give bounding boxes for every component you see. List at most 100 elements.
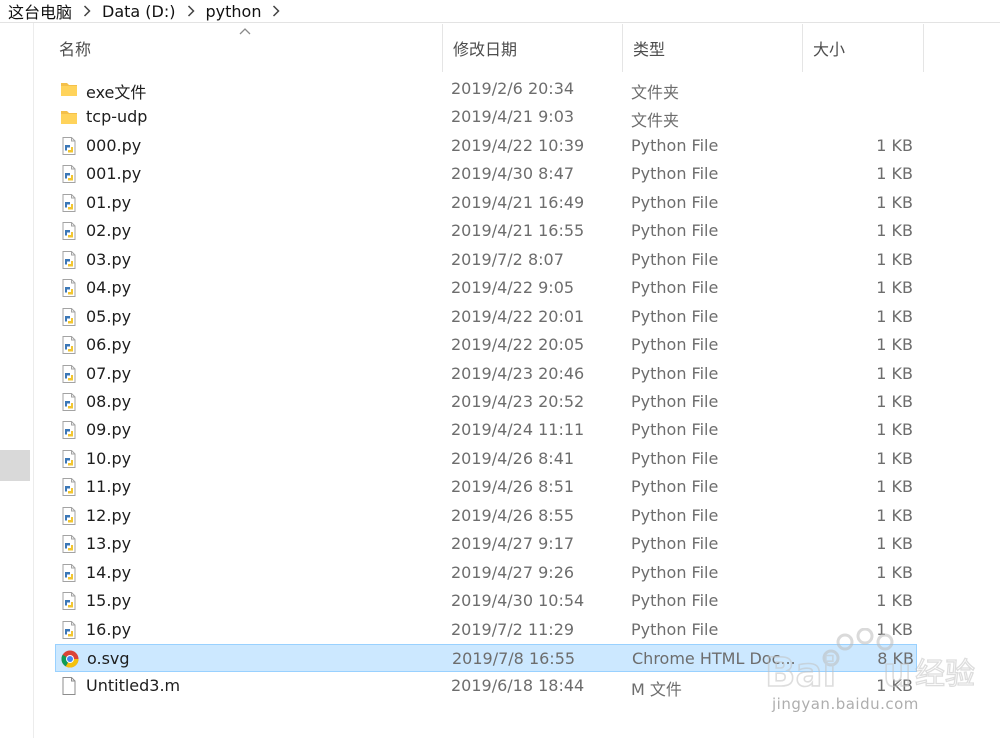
file-type: Python File [631,135,719,155]
file-type: Python File [631,619,719,639]
python-file-icon [59,392,79,412]
folder-icon [59,107,79,127]
file-row[interactable]: 10.py 2019/4/26 8:41 Python File 1 KB [55,445,917,473]
file-size: 1 KB [876,676,913,696]
file-row[interactable]: 01.py 2019/4/21 16:49 Python File 1 KB [55,189,917,217]
file-type: 文件夹 [631,111,680,131]
file-name: 11.py [86,477,132,497]
file-row[interactable]: 14.py 2019/4/27 9:26 Python File 1 KB [55,559,917,587]
file-name: 05.py [86,306,132,326]
file-size: 1 KB [876,562,913,582]
column-header-size[interactable]: 大小 [803,24,924,72]
file-date-modified: 2019/4/26 8:41 [451,448,575,468]
column-header-name[interactable]: 名称 [49,24,443,72]
python-file-icon [59,477,79,497]
file-size: 1 KB [876,335,913,355]
chevron-right-icon[interactable] [76,0,98,22]
file-name: 07.py [86,363,132,383]
file-size: 1 KB [876,192,913,212]
file-date-modified: 2019/6/18 18:44 [451,676,585,696]
file-row[interactable]: 13.py 2019/4/27 9:17 Python File 1 KB [55,530,917,558]
file-date-modified: 2019/4/26 8:51 [451,477,575,497]
file-size: 1 KB [876,221,913,241]
python-file-icon [59,193,79,213]
file-row[interactable]: 04.py 2019/4/22 9:05 Python File 1 KB [55,274,917,302]
file-row[interactable]: 02.py 2019/4/21 16:55 Python File 1 KB [55,217,917,245]
file-size: 1 KB [876,391,913,411]
column-header-type[interactable]: 类型 [623,24,803,72]
file-row[interactable]: 001.py 2019/4/30 8:47 Python File 1 KB [55,160,917,188]
file-type: Python File [631,591,719,611]
chevron-right-icon[interactable] [180,0,202,22]
file-size: 1 KB [876,477,913,497]
file-name: 08.py [86,391,132,411]
column-header-date-modified[interactable]: 修改日期 [443,24,623,72]
file-row[interactable]: 08.py 2019/4/23 20:52 Python File 1 KB [55,388,917,416]
chrome-file-icon [60,649,80,669]
svg-text:经验: 经验 [915,657,975,692]
file-date-modified: 2019/4/21 9:03 [451,107,575,127]
file-date-modified: 2019/7/2 11:29 [451,619,575,639]
file-type: Python File [631,335,719,355]
file-name: 10.py [86,448,132,468]
file-size: 1 KB [876,448,913,468]
file-row[interactable]: 06.py 2019/4/22 20:05 Python File 1 KB [55,331,917,359]
file-row[interactable]: 12.py 2019/4/26 8:55 Python File 1 KB [55,502,917,530]
file-date-modified: 2019/4/24 11:11 [451,420,585,440]
file-date-modified: 2019/4/22 20:01 [451,306,585,326]
file-name: 000.py [86,135,142,155]
file-type: Python File [631,391,719,411]
python-file-icon [59,307,79,327]
file-row[interactable]: 03.py 2019/7/2 8:07 Python File 1 KB [55,246,917,274]
file-date-modified: 2019/4/22 9:05 [451,278,575,298]
file-row[interactable]: 07.py 2019/4/23 20:46 Python File 1 KB [55,360,917,388]
file-date-modified: 2019/7/8 16:55 [452,649,576,668]
file-date-modified: 2019/4/30 8:47 [451,164,575,184]
file-type: Python File [631,562,719,582]
file-name: 04.py [86,278,132,298]
file-date-modified: 2019/4/21 16:49 [451,192,585,212]
file-date-modified: 2019/4/27 9:26 [451,562,575,582]
file-type: Python File [631,306,719,326]
file-row[interactable]: 05.py 2019/4/22 20:01 Python File 1 KB [55,303,917,331]
file-type: Python File [631,278,719,298]
file-row[interactable]: tcp-udp 2019/4/21 9:03 文件夹 [55,103,917,131]
file-row[interactable]: 11.py 2019/4/26 8:51 Python File 1 KB [55,473,917,501]
file-type: Python File [631,420,719,440]
file-date-modified: 2019/4/27 9:17 [451,534,575,554]
python-file-icon [59,364,79,384]
file-date-modified: 2019/4/26 8:55 [451,505,575,525]
python-file-icon [59,221,79,241]
breadcrumb-this-pc[interactable]: 这台电脑 [0,0,76,23]
breadcrumb-data-drive[interactable]: Data (D:) [98,2,179,21]
folder-icon [59,79,79,99]
file-type: 文件夹 [631,83,680,102]
chevron-right-icon[interactable] [265,0,287,22]
file-size: 1 KB [876,505,913,525]
file-row[interactable]: o.svg 2019/7/8 16:55 Chrome HTML Doc... 8 K… [55,644,917,672]
file-name: Untitled3.m [86,676,181,696]
file-date-modified: 2019/4/23 20:52 [451,391,585,411]
file-row[interactable]: 15.py 2019/4/30 10:54 Python File 1 KB [55,587,917,615]
python-file-icon [59,449,79,469]
file-name: 001.py [86,164,142,184]
file-name: exe文件 [86,83,147,102]
file-row[interactable]: exe文件 2019/2/6 20:34 文件夹 [55,75,917,103]
file-type: Python File [631,448,719,468]
file-size: 1 KB [876,164,913,184]
python-file-icon [59,563,79,583]
file-explorer-window: 这台电脑 Data (D:) python 名称 修改日期 类型 大小 exe文… [0,0,1000,738]
file-row[interactable]: 09.py 2019/4/24 11:11 Python File 1 KB [55,416,917,444]
file-name: tcp-udp [86,107,148,127]
address-bar[interactable]: 这台电脑 Data (D:) python [0,0,1000,23]
navigation-pane[interactable] [0,23,34,738]
file-row[interactable]: 000.py 2019/4/22 10:39 Python File 1 KB [55,132,917,160]
file-type: Python File [631,221,719,241]
file-name: 06.py [86,335,132,355]
file-row[interactable]: 16.py 2019/7/2 11:29 Python File 1 KB [55,616,917,644]
python-file-icon [59,506,79,526]
python-file-icon [59,278,79,298]
navigation-pane-selected-item[interactable] [0,450,30,481]
file-type: Python File [631,192,719,212]
breadcrumb-python[interactable]: python [202,2,266,21]
